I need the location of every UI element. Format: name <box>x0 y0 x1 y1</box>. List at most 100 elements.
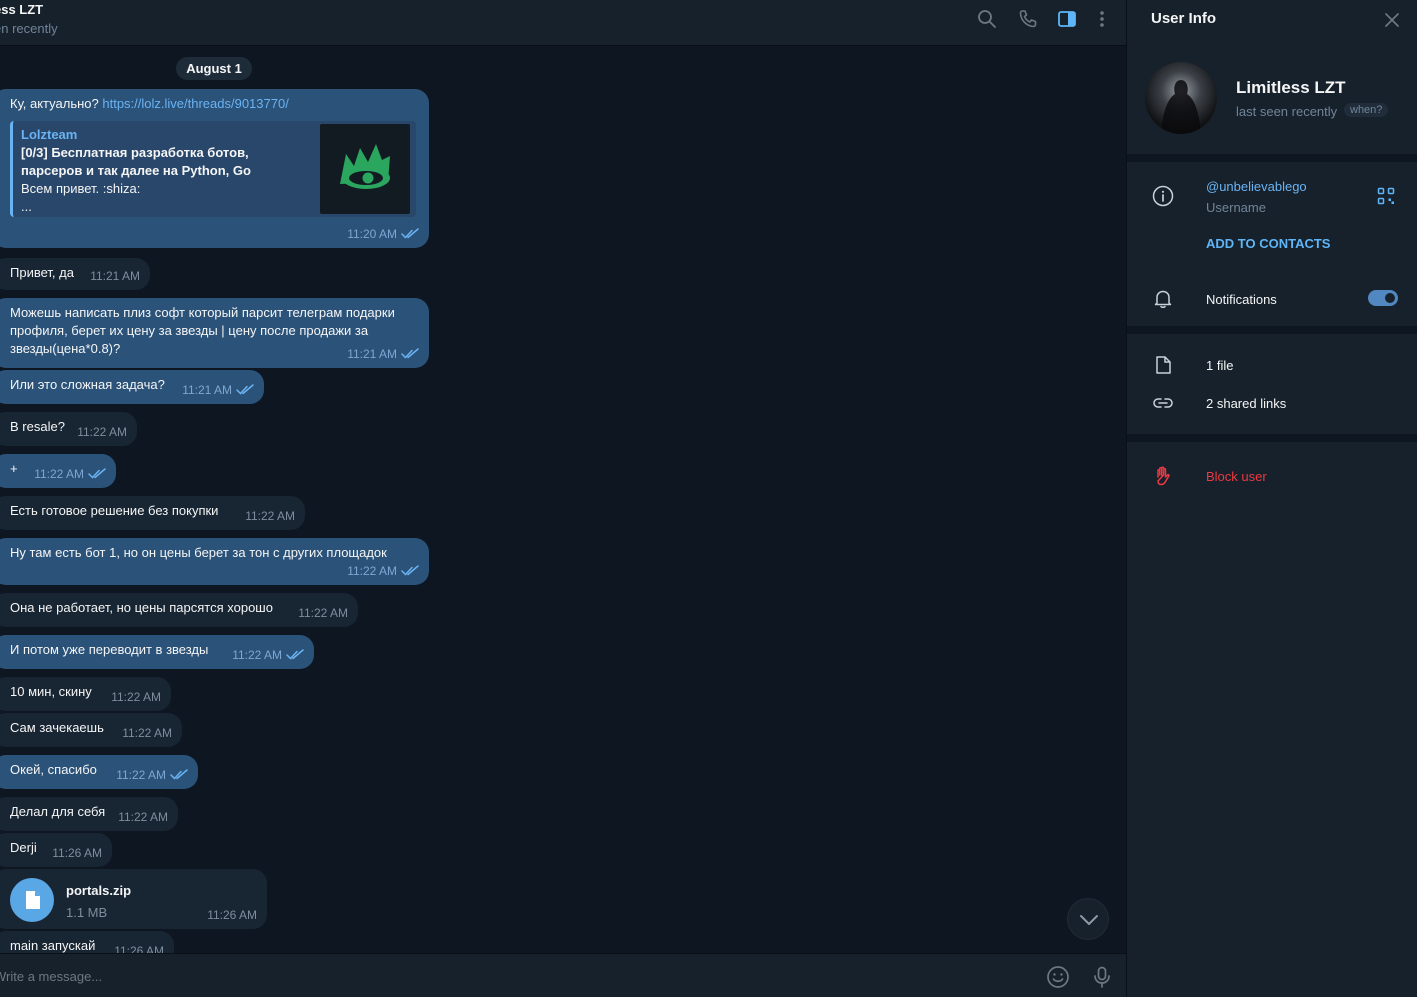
emoji-icon[interactable] <box>1046 965 1070 989</box>
hand-stop-icon <box>1152 465 1174 487</box>
message-composer <box>0 953 1126 997</box>
message-meta: 11:22 AM <box>122 724 172 742</box>
message-bubble[interactable]: Ку, актуально? https://lolz.live/threads… <box>0 89 429 248</box>
username-link[interactable]: @unbelievablego <box>1206 179 1307 194</box>
chat-title[interactable]: ess LZT <box>0 2 43 17</box>
double-check-icon <box>401 228 419 239</box>
message-time: 11:26 AM <box>52 846 102 860</box>
double-check-icon <box>236 384 254 395</box>
link-preview[interactable]: Lolzteam [0/3] Бесплатная разработка бот… <box>10 121 416 217</box>
message-meta: 11:22 AM <box>116 766 188 784</box>
section-divider <box>1127 434 1417 442</box>
message-text: Ку, актуально? https://lolz.live/threads… <box>10 95 419 113</box>
shared-links-item[interactable]: 2 shared links <box>1206 396 1286 411</box>
close-icon[interactable] <box>1383 11 1401 29</box>
message-bubble[interactable]: Привет, да 11:21 AM <box>0 258 150 290</box>
message-bubble[interactable]: Ну там есть бот 1, но он цены берет за т… <box>0 538 429 585</box>
message-time: 11:26 AM <box>114 944 164 953</box>
double-check-icon <box>170 769 188 780</box>
sidebar-toggle-icon[interactable] <box>1057 9 1077 29</box>
message-meta: 11:22 AM <box>34 465 106 483</box>
search-icon[interactable] <box>977 9 997 29</box>
document-icon <box>26 891 40 909</box>
message-meta: 11:22 AM <box>77 423 127 441</box>
message-text-body: Ку, актуально? <box>10 96 103 111</box>
user-info-panel: User Info Limitless LZT last seen recent… <box>1126 0 1417 997</box>
profile-name: Limitless LZT <box>1236 78 1346 97</box>
message-time: 11:22 AM <box>77 425 127 439</box>
file-icon <box>1152 354 1174 376</box>
message-bubble[interactable]: Окей, спасибо 11:22 AM <box>0 755 198 789</box>
message-time: 11:20 AM <box>347 227 397 241</box>
when-badge[interactable]: when? <box>1344 103 1389 117</box>
section-divider <box>1127 154 1417 162</box>
message-bubble[interactable]: И потом уже переводит в звезды 11:22 AM <box>0 635 314 669</box>
panel-title: User Info <box>1151 10 1217 27</box>
message-list[interactable]: August 1 Ку, актуально? https://lolz.liv… <box>0 46 1126 953</box>
file-message[interactable]: portals.zip 1.1 MB 11:26 AM <box>0 869 267 929</box>
message-meta: 11:22 AM <box>111 688 161 706</box>
block-user-button[interactable]: Block user <box>1206 469 1267 484</box>
phone-icon[interactable] <box>1018 9 1038 29</box>
section-divider <box>1127 326 1417 334</box>
avatar-figure-icon <box>1161 80 1201 134</box>
message-bubble[interactable]: Или это сложная задача? 11:21 AM <box>0 370 264 404</box>
notifications-label: Notifications <box>1206 292 1277 307</box>
message-time: 11:22 AM <box>111 690 161 704</box>
more-vertical-icon[interactable] <box>1092 9 1112 29</box>
message-bubble[interactable]: В resale? 11:22 AM <box>0 412 137 446</box>
message-time: 11:21 AM <box>347 347 397 361</box>
message-meta: 11:22 AM <box>298 604 348 622</box>
chat-status: en recently <box>0 21 58 36</box>
message-meta: 11:22 AM <box>245 507 295 525</box>
message-time: 11:21 AM <box>90 269 140 283</box>
message-meta: 11:26 AM <box>52 844 102 862</box>
message-link[interactable]: https://lolz.live/threads/9013770/ <box>102 96 288 111</box>
message-meta: 11:21 AM <box>90 267 140 285</box>
preview-title: [0/3] Бесплатная разработка ботов, парсе… <box>21 145 251 178</box>
message-bubble[interactable]: Она не работает, но цены парсятся хорошо… <box>0 593 358 627</box>
file-size: 1.1 MB <box>66 905 108 920</box>
file-download-button[interactable] <box>10 878 54 922</box>
avatar[interactable] <box>1145 62 1217 134</box>
message-meta: 11:22 AM <box>118 808 168 826</box>
shared-files-item[interactable]: 1 file <box>1206 358 1233 373</box>
microphone-icon[interactable] <box>1090 965 1114 989</box>
message-time: 11:21 AM <box>182 383 232 397</box>
date-separator: August 1 <box>176 57 252 80</box>
message-bubble[interactable]: + 11:22 AM <box>0 454 116 488</box>
chat-header[interactable]: ess LZT en recently <box>0 0 1126 46</box>
notifications-toggle[interactable] <box>1368 290 1398 306</box>
message-meta: 11:20 AM <box>347 225 419 243</box>
preview-thumbnail[interactable] <box>320 124 410 214</box>
message-bubble[interactable]: Можешь написать плиз софт который парсит… <box>0 298 429 368</box>
profile-status: last seen recently <box>1236 104 1338 119</box>
message-bubble[interactable]: Сам зачекаешь 11:22 AM <box>0 713 182 747</box>
lolzteam-logo-icon <box>340 144 390 189</box>
message-meta: 11:22 AM <box>347 562 419 580</box>
qr-code-icon[interactable] <box>1377 187 1395 205</box>
message-input[interactable] <box>0 966 994 986</box>
message-meta: 11:21 AM <box>182 381 254 399</box>
message-bubble[interactable]: main запускай 11:26 AM <box>0 931 174 953</box>
chevron-down-icon <box>1080 915 1098 925</box>
message-text: Ну там есть бот 1, но он цены берет за т… <box>10 545 387 560</box>
message-time: 11:22 AM <box>34 467 84 481</box>
link-icon <box>1152 392 1174 414</box>
message-time: 11:22 AM <box>118 810 168 824</box>
message-time: 11:22 AM <box>347 564 397 578</box>
file-name[interactable]: portals.zip <box>66 882 131 900</box>
add-to-contacts-button[interactable]: ADD TO CONTACTS <box>1206 236 1330 251</box>
message-bubble[interactable]: Derji 11:26 AM <box>0 833 112 867</box>
scroll-down-button[interactable] <box>1067 898 1109 940</box>
message-bubble[interactable]: 10 мин, скину 11:22 AM <box>0 677 171 711</box>
double-check-icon <box>286 649 304 660</box>
double-check-icon <box>401 565 419 576</box>
message-bubble[interactable]: Есть готовое решение без покупки 11:22 A… <box>0 496 305 530</box>
message-bubble[interactable]: Делал для себя 11:22 AM <box>0 797 178 831</box>
chat-area: ess LZT en recently August 1 Ку, актуаль… <box>0 0 1126 997</box>
message-time: 11:22 AM <box>122 726 172 740</box>
message-time: 11:22 AM <box>116 768 166 782</box>
message-time: 11:22 AM <box>298 606 348 620</box>
double-check-icon <box>401 348 419 359</box>
